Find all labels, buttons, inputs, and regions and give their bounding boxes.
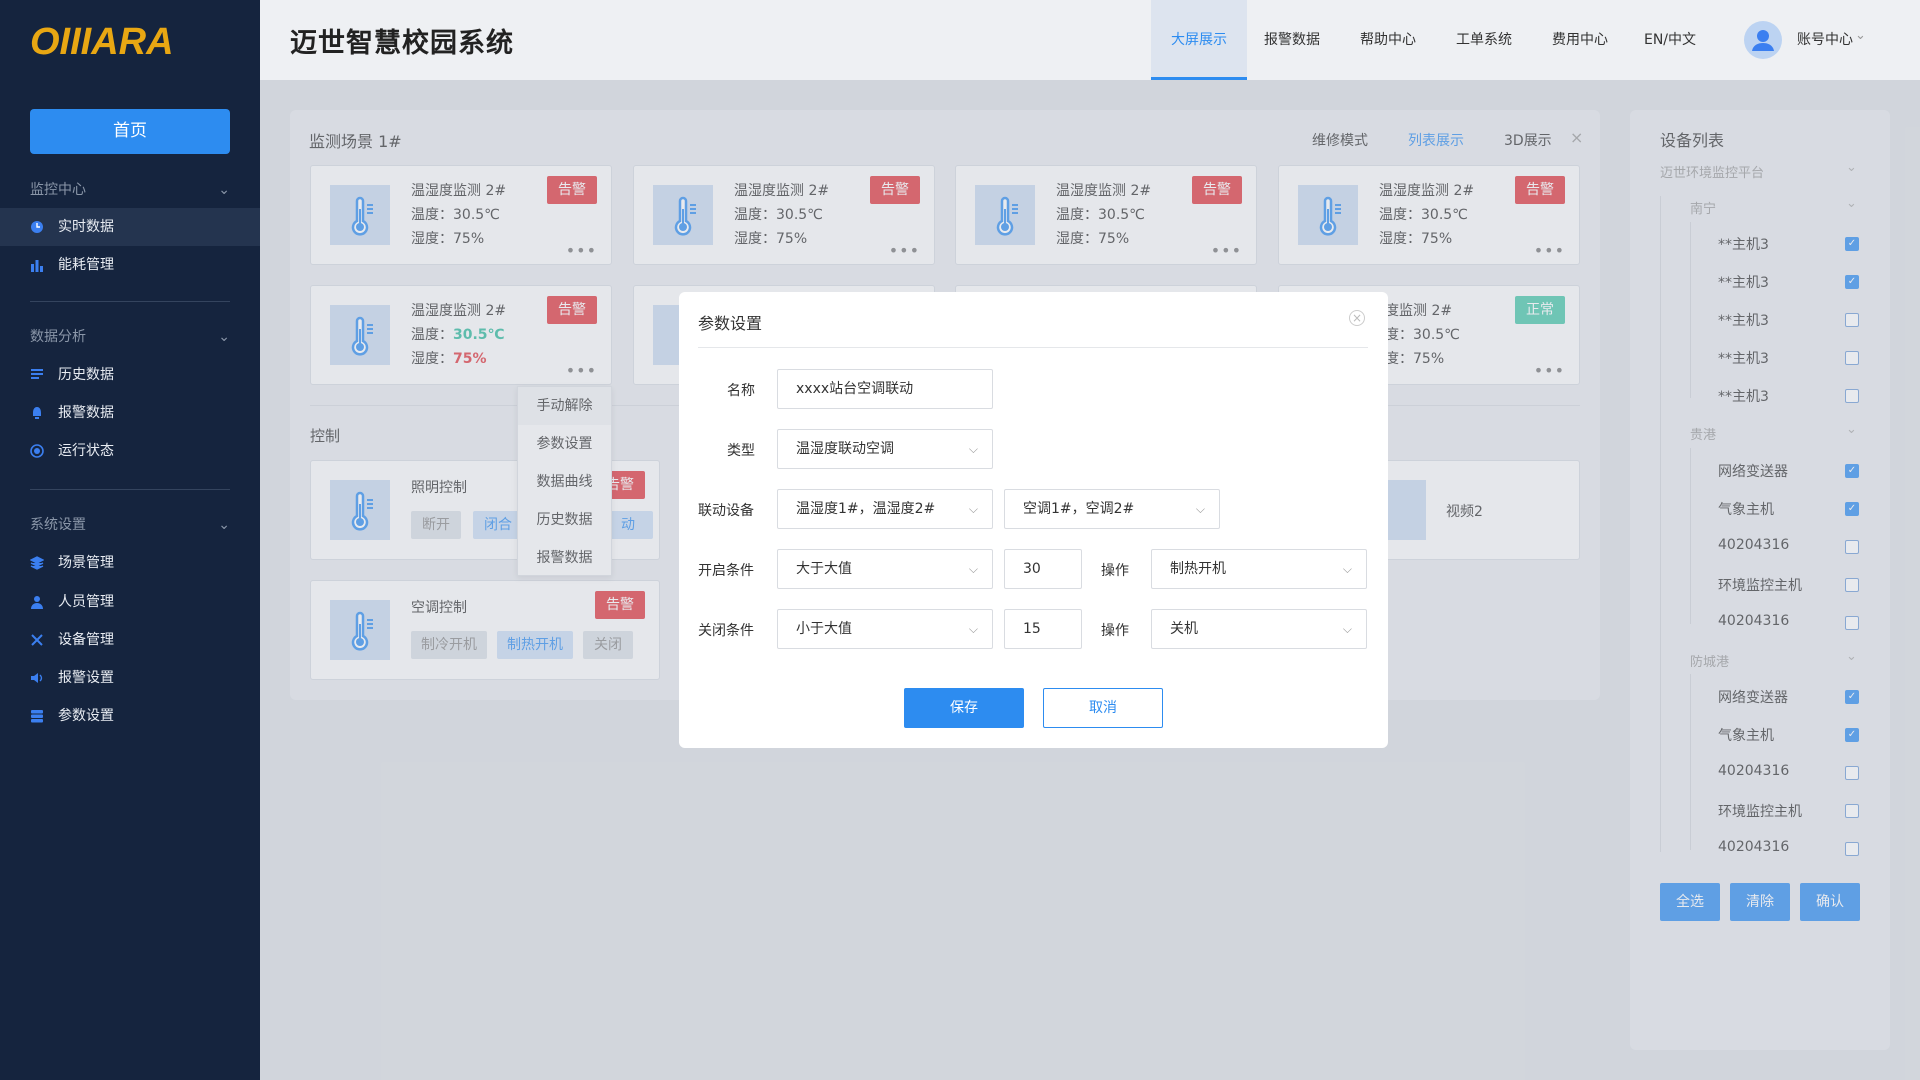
brand-logo: OIIIARA bbox=[30, 21, 174, 60]
section-settings[interactable]: 系统设置 ⌄ bbox=[30, 513, 230, 537]
open-threshold-input[interactable]: 30 bbox=[1004, 549, 1082, 589]
chevron-down-icon: ⌄ bbox=[218, 517, 230, 533]
link-ac-select[interactable]: 空调1#，空调2# ⌵ bbox=[1004, 489, 1220, 529]
open-operation-value: 制热开机 bbox=[1170, 561, 1226, 577]
tab-help-center[interactable]: 帮助中心 bbox=[1342, 0, 1434, 80]
chevron-down-icon: ⌄ bbox=[218, 329, 230, 345]
clock-icon bbox=[31, 221, 43, 233]
section-analysis[interactable]: 数据分析 ⌄ bbox=[30, 325, 230, 349]
user-avatar-icon bbox=[1752, 30, 1774, 51]
chevron-down-icon: ⌵ bbox=[1195, 502, 1205, 516]
language-toggle[interactable]: EN/中文 bbox=[1630, 0, 1710, 80]
divider bbox=[30, 301, 230, 302]
nav-history-data[interactable]: 历史数据 bbox=[0, 356, 260, 394]
history-icon bbox=[31, 369, 43, 379]
user-icon bbox=[31, 596, 43, 609]
chevron-down-icon[interactable]: ⌄ bbox=[1855, 28, 1866, 43]
operation-label: 操作 bbox=[1101, 623, 1129, 639]
status-icon bbox=[30, 444, 44, 458]
layers-icon bbox=[30, 556, 44, 570]
type-select[interactable]: 温湿度联动空调 ⌵ bbox=[777, 429, 993, 469]
svg-text:OIIIARA: OIIIARA bbox=[30, 21, 174, 60]
chevron-down-icon: ⌵ bbox=[1342, 562, 1352, 576]
param-settings-modal: 参数设置 × 名称 xxxx站台空调联动 类型 温湿度联动空调 ⌵ 联动设备 温湿… bbox=[679, 292, 1388, 748]
nav-energy[interactable]: 能耗管理 bbox=[0, 246, 260, 284]
open-condition-select[interactable]: 大于大值 ⌵ bbox=[777, 549, 993, 589]
database-icon bbox=[31, 710, 43, 723]
tab-fee-center[interactable]: 费用中心 bbox=[1534, 0, 1626, 80]
close-condition-select[interactable]: 小于大值 ⌵ bbox=[777, 609, 993, 649]
chevron-down-icon: ⌵ bbox=[968, 442, 978, 456]
nav-label: 报警设置 bbox=[58, 670, 114, 686]
home-button[interactable]: 首页 bbox=[30, 109, 230, 154]
nav-realtime-data[interactable]: 实时数据 bbox=[0, 208, 260, 246]
close-condition-value: 小于大值 bbox=[796, 621, 852, 637]
link-sensors-value: 温湿度1#，温湿度2# bbox=[796, 501, 936, 517]
nav-device-mgmt[interactable]: 设备管理 bbox=[0, 621, 260, 659]
chevron-down-icon: ⌄ bbox=[218, 182, 230, 198]
tab-big-screen[interactable]: 大屏展示 bbox=[1151, 0, 1247, 80]
name-input[interactable]: xxxx站台空调联动 bbox=[777, 369, 993, 409]
nav-alarm-data[interactable]: 报警数据 bbox=[0, 394, 260, 432]
chevron-down-icon: ⌵ bbox=[1342, 622, 1352, 636]
operation-label: 操作 bbox=[1101, 563, 1129, 579]
bell-icon bbox=[33, 407, 41, 419]
chevron-down-icon: ⌵ bbox=[968, 622, 978, 636]
divider bbox=[30, 489, 230, 490]
nav-label: 能耗管理 bbox=[58, 257, 114, 273]
chevron-down-icon: ⌵ bbox=[968, 562, 978, 576]
divider bbox=[698, 347, 1368, 348]
bar-chart-icon bbox=[31, 260, 43, 272]
tools-icon bbox=[31, 634, 43, 646]
nav-param-settings[interactable]: 参数设置 bbox=[0, 697, 260, 735]
speaker-icon bbox=[31, 673, 43, 683]
section-monitor[interactable]: 监控中心 ⌄ bbox=[30, 178, 230, 202]
close-condition-label: 关闭条件 bbox=[698, 623, 754, 639]
close-operation-value: 关机 bbox=[1170, 621, 1198, 637]
nav-label: 参数设置 bbox=[58, 708, 114, 724]
close-operation-select[interactable]: 关机 ⌵ bbox=[1151, 609, 1367, 649]
modal-title: 参数设置 bbox=[698, 314, 763, 333]
nav-label: 运行状态 bbox=[58, 443, 114, 459]
nav-alarm-settings[interactable]: 报警设置 bbox=[0, 659, 260, 697]
page-title: 迈世智慧校园系统 bbox=[290, 28, 514, 59]
chevron-down-icon: ⌵ bbox=[968, 502, 978, 516]
nav-label: 实时数据 bbox=[58, 219, 114, 235]
avatar[interactable] bbox=[1744, 21, 1782, 59]
nav-user-mgmt[interactable]: 人员管理 bbox=[0, 583, 260, 621]
nav-label: 人员管理 bbox=[58, 594, 114, 610]
link-ac-value: 空调1#，空调2# bbox=[1023, 501, 1135, 517]
cancel-button[interactable]: 取消 bbox=[1043, 688, 1163, 728]
close-threshold-input[interactable]: 15 bbox=[1004, 609, 1082, 649]
section-label: 数据分析 bbox=[30, 329, 86, 345]
section-label: 系统设置 bbox=[30, 517, 86, 533]
link-sensors-select[interactable]: 温湿度1#，温湿度2# ⌵ bbox=[777, 489, 993, 529]
open-condition-value: 大于大值 bbox=[796, 561, 852, 577]
section-label: 监控中心 bbox=[30, 182, 86, 198]
nav-scene-mgmt[interactable]: 场景管理 bbox=[0, 544, 260, 582]
nav-label: 设备管理 bbox=[58, 632, 114, 648]
tab-alarm-data[interactable]: 报警数据 bbox=[1247, 0, 1337, 80]
nav-label: 历史数据 bbox=[58, 367, 114, 383]
tab-ticket-system[interactable]: 工单系统 bbox=[1438, 0, 1530, 80]
close-icon[interactable]: × bbox=[1349, 310, 1365, 326]
open-condition-label: 开启条件 bbox=[698, 563, 754, 579]
save-button[interactable]: 保存 bbox=[904, 688, 1024, 728]
open-operation-select[interactable]: 制热开机 ⌵ bbox=[1151, 549, 1367, 589]
type-label: 类型 bbox=[727, 443, 755, 459]
type-value: 温湿度联动空调 bbox=[796, 441, 894, 457]
nav-label: 场景管理 bbox=[58, 555, 114, 571]
account-center[interactable]: 账号中心 bbox=[1797, 29, 1853, 49]
nav-label: 报警数据 bbox=[58, 405, 114, 421]
sidebar: OIIIARA 首页 监控中心 ⌄ 实时数据 能耗管理 数据分析 ⌄ 历史数据 报警… bbox=[0, 0, 260, 1080]
link-devices-label: 联动设备 bbox=[698, 503, 754, 519]
name-label: 名称 bbox=[727, 383, 755, 399]
nav-run-status[interactable]: 运行状态 bbox=[0, 432, 260, 470]
